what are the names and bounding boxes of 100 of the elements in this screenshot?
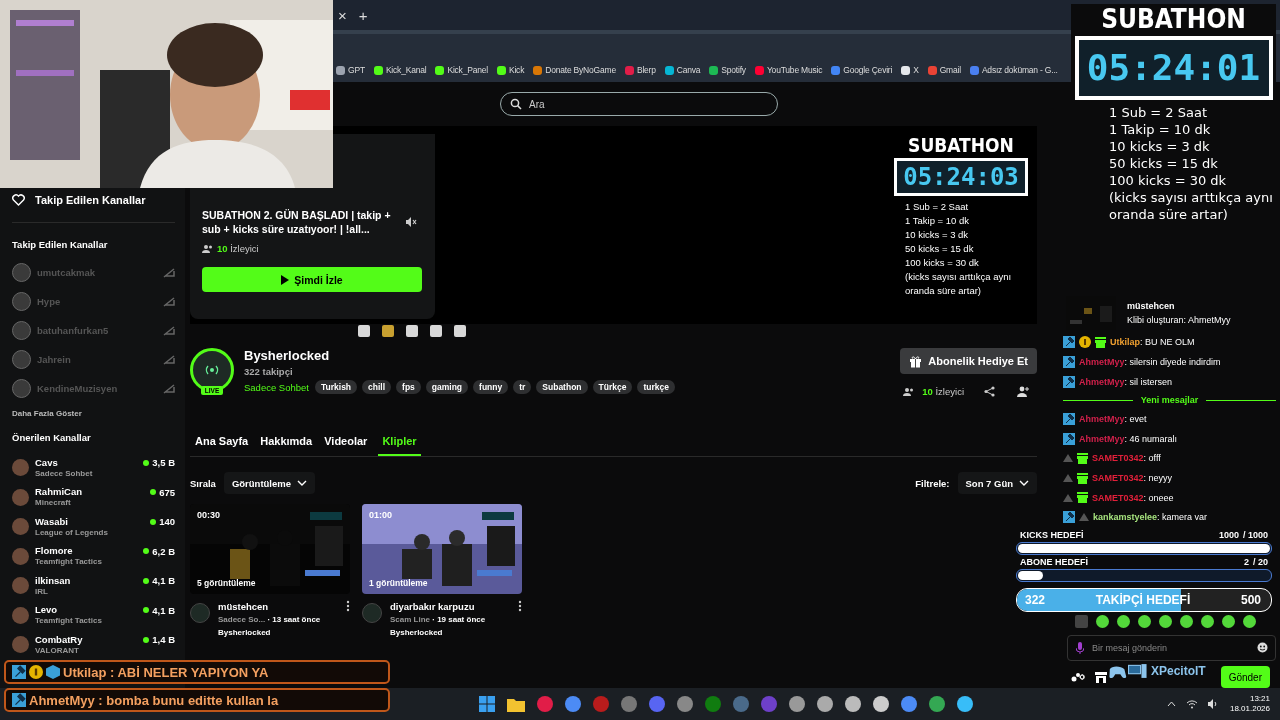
close-tab-button[interactable]: × [338,6,347,24]
emote-icon[interactable] [1222,615,1235,629]
bookmark[interactable]: Kick_Kanal [373,65,427,75]
recommended-channel[interactable]: RahmiCan Minecraft 675 [12,482,175,512]
chat-message: AhmetMyy: evet [1079,414,1147,424]
bookmark[interactable]: Gmail [927,65,961,75]
more-icon[interactable] [346,600,350,612]
bookmark[interactable]: Adsız doküman - G... [969,65,1058,75]
tab[interactable]: Klipler [378,432,421,456]
tag[interactable]: Subathon [536,380,588,394]
viewers-icon [202,243,213,254]
app-icon[interactable] [844,696,861,712]
more-icon[interactable] [518,600,522,612]
new-tab-button[interactable]: + [358,6,368,24]
bookmark[interactable]: YouTube Music [754,65,823,75]
tag[interactable]: Türkçe [592,380,633,394]
chat-message: AhmetMyy: silersin diyede indirdim [1079,356,1221,367]
recommended-channel[interactable]: Levo Teamfight Tactics 4,1 B [12,600,175,630]
goal-label: KICKS HEDEFİ [1020,530,1084,541]
clip-duration: 00:30 [197,510,221,520]
follower-count: 322 takipçi [244,366,294,377]
app-icon[interactable] [564,696,581,712]
chat-input[interactable]: Bir mesaj gönderin [1067,635,1276,662]
tag[interactable]: tr [513,380,532,394]
watch-now-button[interactable]: Şimdi İzle [202,267,422,292]
recommended-channel[interactable]: Cavs Sadece Sohbet 3,5 B [12,453,175,483]
goal-target: 500 [1240,593,1261,608]
tab[interactable]: Ana Sayfa [194,432,250,456]
category-link[interactable]: Sadece Sohbet [244,381,309,393]
app-icon[interactable] [900,696,917,712]
show-more-link[interactable]: Daha Fazla Göster [12,409,175,418]
recommended-channel[interactable]: Wasabi League of Legends 140 [12,512,175,542]
subathon-rule: 1 Takip = 10 dk [1108,121,1211,138]
clip-views: 5 görüntüleme [197,578,256,588]
goal-count: 2 [1243,557,1249,568]
bookmark[interactable]: Blerp [624,65,656,75]
clip-channel[interactable]: Bysherlocked [218,626,338,639]
app-icon[interactable] [956,696,973,712]
bookmark[interactable]: GPT [336,65,365,75]
clip-category[interactable]: Sadece So... [218,615,266,624]
tag[interactable]: Turkish [315,380,358,394]
app-icon[interactable] [928,696,945,712]
wifi-icon[interactable] [1185,699,1198,709]
folder-icon[interactable] [506,696,525,712]
tab[interactable]: Hakkımda [259,432,314,456]
clip-thumbnail[interactable]: 01:00 1 görüntüleme [362,504,522,594]
user-add-icon[interactable] [1017,386,1029,397]
avatar-icon [12,263,31,282]
clip-channel[interactable]: Bysherlocked [390,626,510,639]
emote-icon[interactable] [1243,615,1256,629]
emote-icon[interactable] [1180,615,1193,629]
clip-category[interactable]: Scam Line [390,615,430,624]
bookmark[interactable]: Spotify [709,65,746,75]
tag[interactable]: funny [473,380,509,394]
share-icon[interactable] [984,386,995,397]
emote-icon[interactable] [1159,615,1172,629]
tag[interactable]: turkçe [637,380,675,394]
recommended-channel[interactable]: ilkinsan IRL 4,1 B [12,571,175,601]
clock[interactable]: 13:21 18.01.2026 [1229,694,1270,714]
bookmark[interactable]: Canva [664,65,701,75]
filter-label: Filtrele: [915,477,950,489]
tab[interactable]: Videolar [323,432,369,456]
app-icon[interactable] [788,696,805,712]
search-field[interactable]: Ara [500,92,778,116]
tag[interactable]: fps [396,380,421,394]
followed-channels-link[interactable]: Takip Edilen Kanallar [12,192,175,208]
tag[interactable]: chill [362,380,392,394]
emote-icon[interactable] [1117,615,1130,629]
store-icon[interactable] [1095,671,1107,683]
muted-speaker-icon[interactable] [405,216,417,228]
sort-label: Sırala [190,477,216,489]
points-icon[interactable] [1071,672,1085,683]
bookmark[interactable]: X [901,65,919,75]
recommended-channel[interactable]: CombatRy VALORANT 1,4 B [12,630,175,660]
windows-logo-icon[interactable] [478,696,495,712]
app-icon[interactable] [676,696,693,712]
chat-clip-title[interactable]: müstehcen [1127,300,1231,311]
subathon-rule: 1 Sub = 2 Saat [904,200,970,214]
app-icon[interactable] [816,696,833,712]
sort-dropdown[interactable]: Görüntüleme [223,472,315,494]
bookmark[interactable]: Kick [496,65,525,75]
filter-dropdown[interactable]: Son 7 Gün [957,472,1037,494]
send-button[interactable]: Gönder [1220,666,1270,689]
section-title: Önerilen Kanallar [12,432,92,443]
chevron-down-icon [297,480,307,486]
emote-icon[interactable] [1201,615,1214,629]
gift-icon [909,354,923,368]
bookmark[interactable]: Google Çeviri [831,65,893,75]
app-icon[interactable] [872,696,889,712]
chevron-up-icon[interactable] [1166,701,1176,707]
clip-title[interactable]: diyarbakır karpuzu [390,600,510,613]
bookmark[interactable]: Kick_Panel [435,65,488,75]
recommended-channel[interactable]: Flomore Teamfight Tactics 6,2 B [12,541,175,571]
clip-title[interactable]: müstehcen [218,600,338,613]
emote-icon[interactable] [1096,615,1109,629]
gift-subscription-button[interactable]: Abonelik Hediye Et [900,348,1037,374]
clip-thumbnail[interactable]: 00:30 5 görüntüleme [190,504,350,594]
tag[interactable]: gaming [425,380,469,394]
emote-icon[interactable] [1138,615,1151,629]
bookmark[interactable]: Donate ByNoGame [533,65,616,75]
